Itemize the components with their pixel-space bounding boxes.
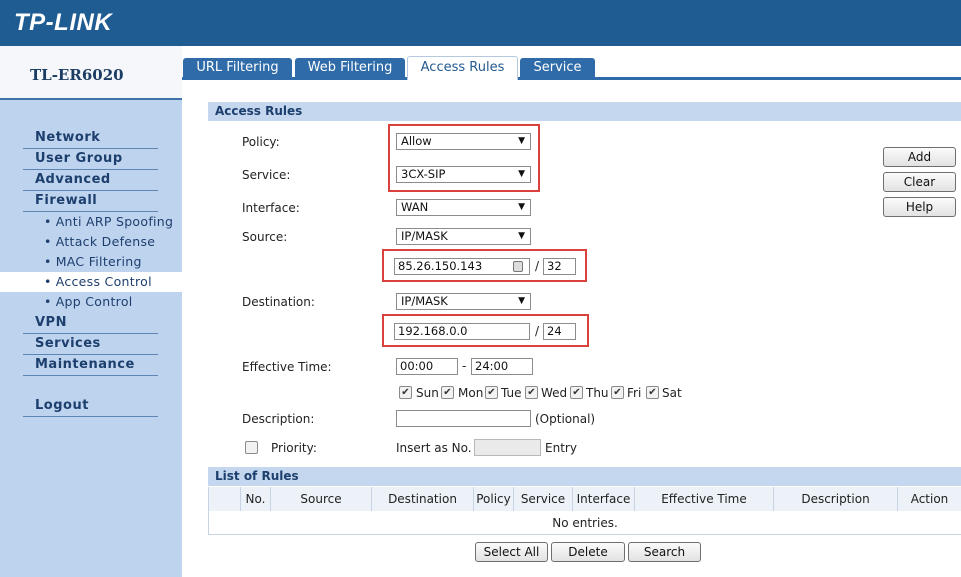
model-box: TL-ER6020	[0, 46, 182, 100]
source-type-select[interactable]: IP/MASK ▼	[396, 228, 531, 245]
day-label-sat: Sat	[662, 386, 682, 400]
day-label-fri: Fri	[627, 386, 642, 400]
description-hint: (Optional)	[535, 412, 596, 426]
bullet-icon: •	[44, 294, 52, 309]
clear-button[interactable]: Clear	[883, 172, 956, 192]
column-header-no: No.	[241, 487, 271, 511]
destination-label: Destination:	[242, 295, 315, 309]
delete-button[interactable]: Delete	[551, 542, 625, 562]
checkbox-fri[interactable]: ✔	[611, 386, 624, 399]
sidebar-item-user-group[interactable]: User Group	[23, 149, 158, 170]
sidebar-subitem-anti-arp-spoofing[interactable]: • Anti ARP Spoofing	[0, 212, 182, 232]
day-label-sun: Sun	[416, 386, 439, 400]
sidebar-subitem-label: Attack Defense	[55, 234, 156, 249]
sidebar-item-services[interactable]: Services	[23, 334, 158, 355]
bullet-icon: •	[44, 274, 52, 289]
column-header-select	[209, 487, 241, 511]
source-type-value: IP/MASK	[401, 229, 448, 243]
help-button[interactable]: Help	[883, 197, 956, 217]
sidebar-subitem-app-control[interactable]: • App Control	[0, 292, 182, 312]
checkbox-sun[interactable]: ✔	[399, 386, 412, 399]
checkbox-wed[interactable]: ✔	[525, 386, 538, 399]
destination-type-select[interactable]: IP/MASK ▼	[396, 293, 531, 310]
column-header-action: Action	[898, 487, 961, 511]
bullet-icon: •	[44, 214, 52, 229]
highlight-policy-service	[388, 124, 540, 192]
sidebar-subitem-label: App Control	[55, 294, 133, 309]
start-time-input[interactable]: 00:00	[396, 358, 458, 375]
search-button[interactable]: Search	[628, 542, 701, 562]
column-header-description: Description	[774, 487, 898, 511]
day-label-mon: Mon	[458, 386, 484, 400]
end-time-input[interactable]: 24:00	[471, 358, 533, 375]
sidebar-item-advanced[interactable]: Advanced	[23, 170, 158, 191]
interface-value: WAN	[401, 200, 429, 214]
select-all-button[interactable]: Select All	[475, 542, 548, 562]
sidebar-subitem-attack-defense[interactable]: • Attack Defense	[0, 232, 182, 252]
chevron-down-icon: ▼	[518, 231, 525, 241]
top-banner: TP-LINK	[0, 0, 961, 46]
tp-link-logo: TP-LINK	[14, 9, 113, 36]
source-label: Source:	[242, 230, 288, 244]
service-label: Service:	[242, 168, 291, 182]
priority-label: Priority:	[271, 441, 317, 455]
rules-table: No. Source Destination Policy Service In…	[208, 487, 961, 535]
highlight-source	[382, 249, 587, 282]
column-header-destination: Destination	[372, 487, 474, 511]
tab-url-filtering[interactable]: URL Filtering	[183, 58, 292, 78]
sidebar-item-logout[interactable]: Logout	[23, 396, 158, 417]
checkbox-sat[interactable]: ✔	[646, 386, 659, 399]
list-of-rules-section-title: List of Rules	[208, 467, 961, 486]
empty-list-message: No entries.	[552, 516, 618, 530]
description-input[interactable]	[396, 410, 531, 427]
checkbox-tue[interactable]: ✔	[485, 386, 498, 399]
sidebar-item-firewall[interactable]: Firewall	[23, 191, 158, 212]
chevron-down-icon: ▼	[518, 296, 525, 306]
sidebar-item-maintenance[interactable]: Maintenance	[23, 355, 158, 376]
device-model: TL-ER6020	[30, 66, 124, 84]
column-header-interface: Interface	[573, 487, 635, 511]
bullet-icon: •	[44, 234, 52, 249]
priority-checkbox[interactable]	[245, 441, 258, 454]
day-label-wed: Wed	[541, 386, 568, 400]
entry-label: Entry	[545, 441, 577, 455]
description-label: Description:	[242, 412, 315, 426]
sidebar-subitem-label: Access Control	[55, 274, 152, 289]
time-separator: -	[462, 359, 467, 373]
tab-web-filtering[interactable]: Web Filtering	[295, 58, 405, 78]
column-header-effective-time: Effective Time	[635, 487, 774, 511]
sidebar-item-vpn[interactable]: VPN	[23, 313, 158, 334]
column-header-source: Source	[271, 487, 372, 511]
sidebar: TL-ER6020 Network User Group Advanced Fi…	[0, 46, 182, 577]
destination-type-value: IP/MASK	[401, 294, 448, 308]
column-header-policy: Policy	[474, 487, 514, 511]
column-header-service: Service	[514, 487, 573, 511]
highlight-destination	[382, 314, 589, 347]
checkbox-mon[interactable]: ✔	[441, 386, 454, 399]
sidebar-subitem-access-control[interactable]: • Access Control	[0, 272, 182, 292]
bullet-icon: •	[44, 254, 52, 269]
chevron-down-icon: ▼	[518, 202, 525, 212]
effective-time-label: Effective Time:	[242, 360, 332, 374]
tab-service[interactable]: Service	[520, 58, 595, 78]
tab-bar: URL Filtering Web Filtering Access Rules…	[182, 46, 961, 80]
add-button[interactable]: Add	[883, 147, 956, 167]
tab-access-rules[interactable]: Access Rules	[407, 56, 518, 80]
sidebar-subitem-label: Anti ARP Spoofing	[55, 214, 174, 229]
sidebar-subitem-label: MAC Filtering	[55, 254, 142, 269]
sidebar-item-network[interactable]: Network	[23, 128, 158, 149]
insert-as-label: Insert as No.	[396, 441, 472, 455]
day-label-tue: Tue	[501, 386, 522, 400]
policy-label: Policy:	[242, 135, 280, 149]
day-label-thu: Thu	[586, 386, 609, 400]
interface-label: Interface:	[242, 201, 300, 215]
access-rules-section-title: Access Rules	[208, 102, 961, 121]
priority-number-input[interactable]	[474, 439, 541, 456]
sidebar-subitem-mac-filtering[interactable]: • MAC Filtering	[0, 252, 182, 272]
interface-select[interactable]: WAN ▼	[396, 199, 531, 216]
checkbox-thu[interactable]: ✔	[570, 386, 583, 399]
